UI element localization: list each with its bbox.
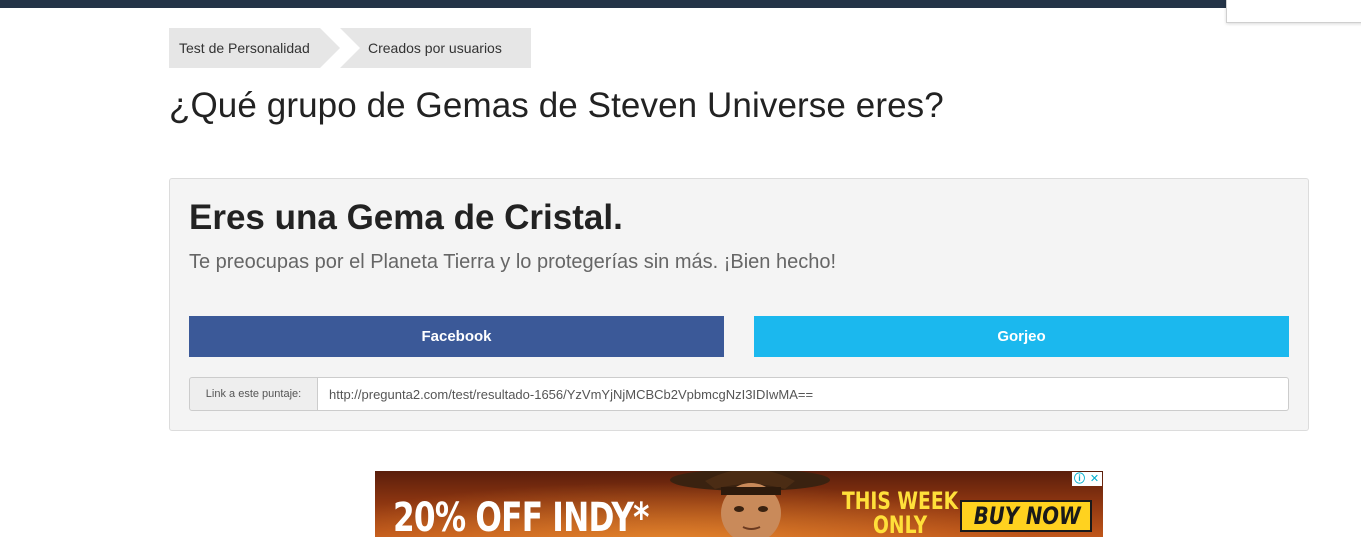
close-icon[interactable]: ✕ bbox=[1087, 472, 1102, 486]
popup-corner-box bbox=[1226, 0, 1361, 23]
top-navigation-bar bbox=[0, 0, 1361, 8]
breadcrumb-item-test-de-personalidad[interactable]: Test de Personalidad bbox=[169, 28, 340, 68]
score-link-label: Link a este puntaje: bbox=[189, 377, 318, 411]
info-icon[interactable]: ⓘ bbox=[1072, 472, 1087, 486]
ad-this-week-line1: THIS WEEK bbox=[842, 487, 959, 515]
page-title: ¿Qué grupo de Gemas de Steven Universe e… bbox=[169, 86, 944, 125]
twitter-share-button[interactable]: Gorjeo bbox=[754, 316, 1289, 357]
result-title: Eres una Gema de Cristal. bbox=[189, 198, 623, 237]
result-panel: Eres una Gema de Cristal. Te preocupas p… bbox=[169, 178, 1309, 431]
ad-buy-now-label: BUY NOW bbox=[973, 502, 1081, 530]
ad-buy-now-button[interactable]: BUY NOW bbox=[960, 500, 1092, 532]
score-link-field[interactable] bbox=[318, 377, 1289, 411]
facebook-share-button[interactable]: Facebook bbox=[189, 316, 724, 357]
result-description: Te preocupas por el Planeta Tierra y lo … bbox=[189, 251, 837, 273]
ad-this-week-text: THIS WEEK ONLY bbox=[842, 489, 958, 537]
ad-choices: ⓘ ✕ bbox=[1072, 472, 1102, 486]
breadcrumb-item-creados-por-usuarios[interactable]: Creados por usuarios bbox=[340, 28, 531, 68]
score-link-group: Link a este puntaje: bbox=[189, 377, 1289, 411]
ad-offer-text: 20% OFF INDY* bbox=[393, 495, 649, 537]
advertisement-banner[interactable]: 20% OFF INDY* THIS WEEK ONLY BUY NOW ⓘ ✕ bbox=[375, 471, 1103, 537]
ad-adventurer-image bbox=[670, 471, 830, 537]
ad-this-week-line2: ONLY bbox=[872, 511, 928, 537]
